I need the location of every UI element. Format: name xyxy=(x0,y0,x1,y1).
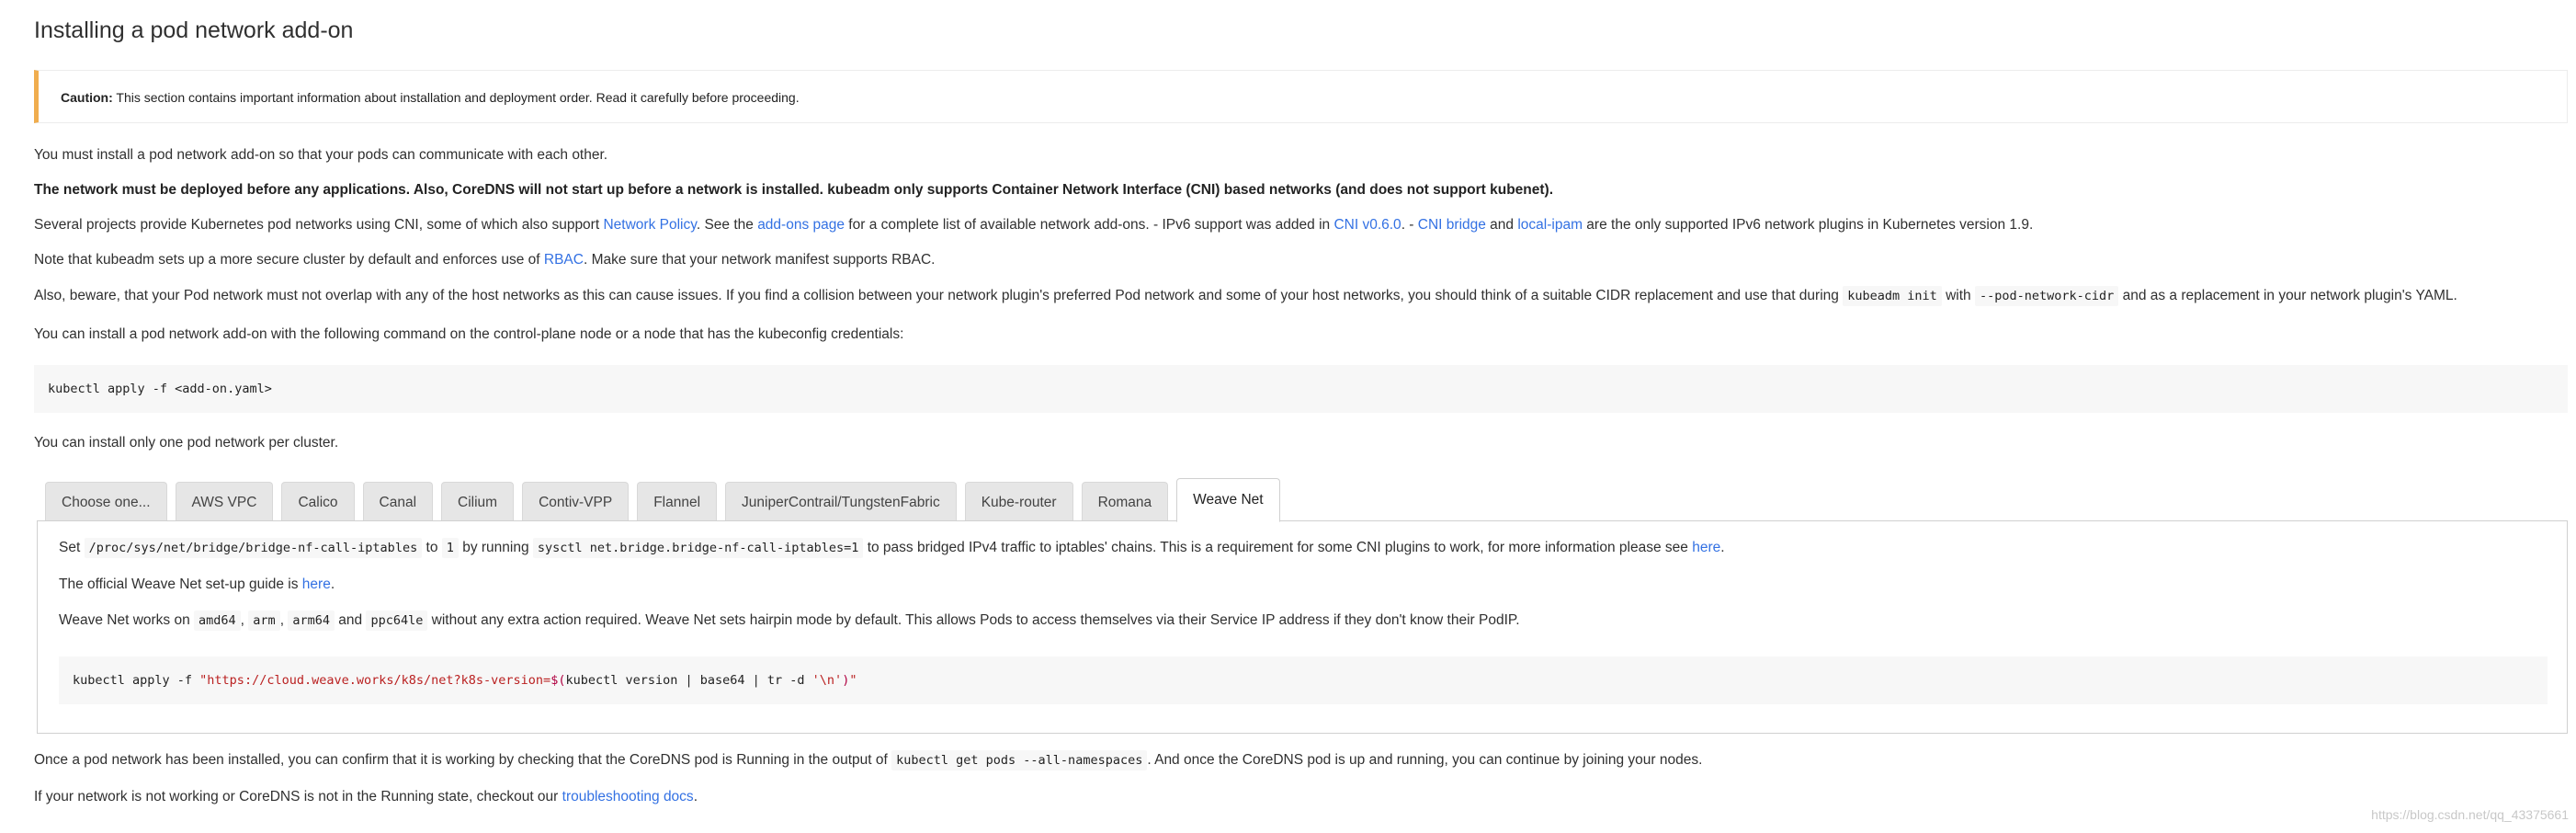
weave-guide-link[interactable]: here xyxy=(302,576,331,592)
inline-code: ppc64le xyxy=(366,610,428,631)
weave-net-tab-panel: Set /proc/sys/net/bridge/bridge-nf-call-… xyxy=(37,520,2568,734)
network-policy-link[interactable]: Network Policy xyxy=(603,217,696,233)
inline-code: kubectl get pods --all-namespaces xyxy=(891,750,1148,770)
addons-page-link[interactable]: add-ons page xyxy=(757,217,845,233)
inline-code: amd64 xyxy=(194,610,241,631)
cni-version-link[interactable]: CNI v0.6.0 xyxy=(1333,217,1401,233)
coredns-check-paragraph: Once a pod network has been installed, y… xyxy=(34,750,1702,770)
local-ipam-link[interactable]: local-ipam xyxy=(1517,217,1583,233)
troubleshooting-paragraph: If your network is not working or CoreDN… xyxy=(34,789,698,804)
inline-code: /proc/sys/net/bridge/bridge-nf-call-ipta… xyxy=(84,538,423,558)
weave-arch-paragraph: Weave Net works on amd64, arm, arm64 and… xyxy=(59,610,1520,631)
tab-contiv-vpp[interactable]: Contiv-VPP xyxy=(522,482,630,522)
watermark: https://blog.csdn.net/qq_43375661 xyxy=(2371,807,2569,822)
rbac-link[interactable]: RBAC xyxy=(544,252,584,268)
one-network-paragraph: You can install only one pod network per… xyxy=(34,435,339,451)
tab-aws-vpc[interactable]: AWS VPC xyxy=(175,482,274,522)
tab-kube-router[interactable]: Kube-router xyxy=(964,482,1073,522)
caution-label: Caution: xyxy=(61,90,113,105)
tab-flannel[interactable]: Flannel xyxy=(637,482,718,522)
network-tabs: Choose one... AWS VPC Calico Canal Ciliu… xyxy=(45,478,1288,522)
overlap-paragraph: Also, beware, that your Pod network must… xyxy=(34,286,2457,306)
caution-text: This section contains important informat… xyxy=(112,90,800,105)
inline-code: sysctl net.bridge.bridge-nf-call-iptable… xyxy=(532,538,864,558)
cni-projects-paragraph: Several projects provide Kubernetes pod … xyxy=(34,217,2034,233)
inline-code: 1 xyxy=(441,538,459,558)
weave-apply-code-block: kubectl apply -f "https://cloud.weave.wo… xyxy=(59,656,2548,704)
install-command-paragraph: You can install a pod network add-on wit… xyxy=(34,326,904,342)
iptables-info-link[interactable]: here xyxy=(1692,540,1720,555)
troubleshooting-docs-link[interactable]: troubleshooting docs xyxy=(562,789,694,804)
tab-juniper-contrail[interactable]: JuniperContrail/TungstenFabric xyxy=(725,482,957,522)
inline-code: arm64 xyxy=(288,610,335,631)
cni-bridge-link[interactable]: CNI bridge xyxy=(1418,217,1486,233)
page-title: Installing a pod network add-on xyxy=(34,17,354,43)
tab-romana[interactable]: Romana xyxy=(1081,482,1169,522)
caution-callout: Caution: This section contains important… xyxy=(34,70,2568,123)
inline-code: --pod-network-cidr xyxy=(1974,286,2119,306)
tab-weave-net[interactable]: Weave Net xyxy=(1176,478,1280,522)
weave-guide-paragraph: The official Weave Net set-up guide is h… xyxy=(59,576,335,592)
tab-calico[interactable]: Calico xyxy=(281,482,355,522)
tab-choose-one[interactable]: Choose one... xyxy=(45,482,167,522)
network-warning-paragraph: The network must be deployed before any … xyxy=(34,182,1554,198)
inline-code: kubeadm init xyxy=(1843,286,1942,306)
rbac-paragraph: Note that kubeadm sets up a more secure … xyxy=(34,252,936,268)
intro-paragraph: You must install a pod network add-on so… xyxy=(34,147,608,163)
tab-cilium[interactable]: Cilium xyxy=(441,482,515,522)
kubectl-apply-code-block: kubectl apply -f <add-on.yaml> xyxy=(34,365,2568,413)
inline-code: arm xyxy=(248,610,280,631)
tab-canal[interactable]: Canal xyxy=(362,482,434,522)
bridge-iptables-paragraph: Set /proc/sys/net/bridge/bridge-nf-call-… xyxy=(59,538,1725,558)
